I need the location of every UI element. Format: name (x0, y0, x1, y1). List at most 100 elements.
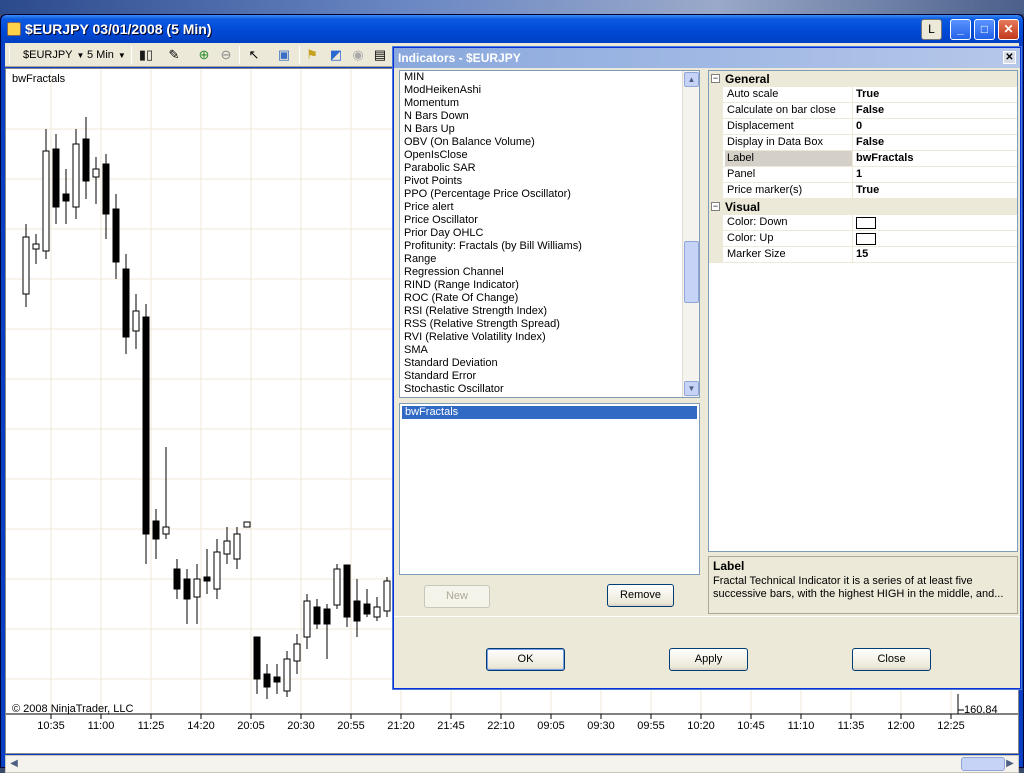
indicator-list-item[interactable]: RIND (Range Indicator) (400, 279, 699, 292)
indicator-list-item[interactable]: RSI (Relative Strength Index) (400, 305, 699, 318)
property-grid[interactable]: − General Auto scale True Calculate on bar … (708, 70, 1018, 552)
property-row[interactable]: Color: Up (709, 231, 1017, 247)
pencil-draw-icon[interactable]: ✎ (165, 46, 183, 64)
scroll-thumb[interactable] (961, 757, 1005, 771)
chart-horizontal-scrollbar[interactable]: ◀ ▶ (5, 755, 1019, 773)
maximize-button[interactable]: □ (974, 19, 995, 40)
indicator-list-item[interactable]: N Bars Down (400, 110, 699, 123)
apply-button[interactable]: Apply (669, 648, 748, 671)
dialog-close-icon[interactable]: ✕ (1003, 51, 1016, 64)
indicator-list-item[interactable]: Standard Deviation (400, 357, 699, 370)
color-swatch[interactable] (856, 233, 876, 245)
property-value[interactable]: True (856, 87, 879, 102)
indicator-list-item[interactable]: PPO (Percentage Price Oscillator) (400, 188, 699, 201)
interval-selector[interactable]: 5 Min ▼ (87, 47, 126, 63)
property-row[interactable]: Marker Size 15 (709, 247, 1017, 263)
collapse-icon[interactable]: − (711, 74, 720, 83)
available-indicators-list[interactable]: MIN ModHeikenAshi Momentum N Bars Down N Bar… (399, 70, 700, 398)
property-row[interactable]: Display in Data Box False (709, 135, 1017, 151)
property-row[interactable]: Panel 1 (709, 167, 1017, 183)
property-row[interactable]: Label bwFractals (709, 151, 1017, 167)
row-gutter (709, 135, 723, 151)
collapse-icon[interactable]: − (711, 202, 720, 211)
indicator-list-item[interactable]: Momentum (400, 97, 699, 110)
indicator-list-item[interactable]: OpenIsClose (400, 149, 699, 162)
close-button[interactable]: ✕ (998, 19, 1019, 40)
scroll-thumb[interactable] (684, 241, 699, 303)
candlestick-style-icon[interactable]: ▮▯ (137, 46, 155, 64)
indicators-dialog: Indicators - $EURJPY ✕ MIN ModHeikenAshi M… (393, 47, 1021, 689)
scroll-down-icon[interactable]: ▼ (684, 381, 699, 396)
property-value[interactable]: False (856, 135, 884, 150)
property-value[interactable]: 0 (856, 119, 862, 134)
property-value[interactable]: False (856, 103, 884, 118)
ok-button[interactable]: OK (486, 648, 565, 671)
price-axis-label: 160.84 (964, 704, 998, 716)
category-visual[interactable]: − Visual (709, 199, 1017, 215)
property-row[interactable]: Displacement 0 (709, 119, 1017, 135)
dialog-separator (394, 616, 1020, 617)
indicator-list-item[interactable]: SMA (400, 344, 699, 357)
list-vertical-scrollbar[interactable]: ▲ ▼ (682, 71, 699, 397)
indicator-list-item[interactable]: RVI (Relative Volatility Index) (400, 331, 699, 344)
indicator-list-item[interactable]: Prior Day OHLC (400, 227, 699, 240)
scroll-left-icon[interactable]: ◀ (6, 756, 22, 772)
window-title: $EURJPY 03/01/2008 (5 Min) (25, 21, 212, 37)
time-tick-label: 11:10 (787, 720, 815, 732)
close-dialog-button[interactable]: Close (852, 648, 931, 671)
indicator-list-item[interactable]: Price Oscillator (400, 214, 699, 227)
indicator-list-item[interactable]: RSS (Relative Strength Spread) (400, 318, 699, 331)
remove-button[interactable]: Remove (607, 584, 674, 607)
scroll-up-icon[interactable]: ▲ (684, 72, 699, 87)
zoom-out-icon[interactable]: ⊖ (217, 46, 235, 64)
indicator-icon[interactable]: ◩ (327, 46, 345, 64)
layout-button[interactable]: L (921, 19, 942, 40)
applied-indicators-list[interactable]: bwFractals (399, 403, 700, 575)
dialog-titlebar[interactable]: Indicators - $EURJPY ✕ (394, 48, 1020, 68)
data-box-icon[interactable]: ▣ (275, 46, 293, 64)
indicator-list-item[interactable]: MIN (400, 71, 699, 84)
indicator-list-item[interactable]: Range (400, 253, 699, 266)
properties-icon[interactable]: ▤ (371, 46, 389, 64)
indicator-list-item[interactable]: Parabolic SAR (400, 162, 699, 175)
category-general[interactable]: − General (709, 71, 1017, 87)
applied-indicator-item[interactable]: bwFractals (402, 406, 697, 419)
indicator-list-item[interactable]: N Bars Up (400, 123, 699, 136)
indicator-list-item[interactable]: Pivot Points (400, 175, 699, 188)
indicator-list-item[interactable]: Regression Channel (400, 266, 699, 279)
indicator-list-item[interactable]: Profitunity: Fractals (by Bill Williams) (400, 240, 699, 253)
property-row[interactable]: Calculate on bar close False (709, 103, 1017, 119)
property-row[interactable]: Price marker(s) True (709, 183, 1017, 199)
property-name: Calculate on bar close (725, 103, 853, 118)
property-row[interactable]: Auto scale True (709, 87, 1017, 103)
property-value[interactable]: True (856, 183, 879, 198)
indicator-list-item[interactable]: Price alert (400, 201, 699, 214)
indicator-list-item[interactable]: ModHeikenAshi (400, 84, 699, 97)
zoom-in-icon[interactable]: ⊕ (195, 46, 213, 64)
pointer-icon[interactable]: ↖ (245, 46, 263, 64)
indicator-list-item[interactable]: OBV (On Balance Volume) (400, 136, 699, 149)
instrument-selector[interactable]: $EURJPY ▼ (23, 47, 84, 63)
scroll-right-icon[interactable]: ▶ (1002, 756, 1018, 772)
candle-body (82, 138, 90, 182)
candle-body (52, 148, 60, 208)
indicator-list-item[interactable]: Standard Error (400, 370, 699, 383)
color-swatch[interactable] (856, 217, 876, 229)
new-button[interactable]: New (424, 585, 490, 608)
toolbar-separator (9, 46, 10, 64)
strategy-icon[interactable]: ⚑ (303, 46, 321, 64)
disabled-circle-icon[interactable]: ◉ (349, 46, 367, 64)
time-tick-label: 09:05 (537, 720, 565, 732)
property-value[interactable]: 1 (856, 167, 862, 182)
candle-body (233, 533, 241, 560)
property-row[interactable]: Color: Down (709, 215, 1017, 231)
time-tick-label: 10:20 (687, 720, 715, 732)
property-name: Displacement (725, 119, 853, 134)
indicator-list-item[interactable]: ROC (Rate Of Change) (400, 292, 699, 305)
property-value[interactable]: 15 (856, 247, 868, 262)
indicator-list-item[interactable]: Stochastic Oscillator (400, 383, 699, 396)
candle-body (62, 193, 70, 202)
property-value[interactable]: bwFractals (856, 151, 913, 166)
chart-titlebar[interactable]: $EURJPY 03/01/2008 (5 Min) L _ □ ✕ (1, 15, 1023, 43)
minimize-button[interactable]: _ (950, 19, 971, 40)
